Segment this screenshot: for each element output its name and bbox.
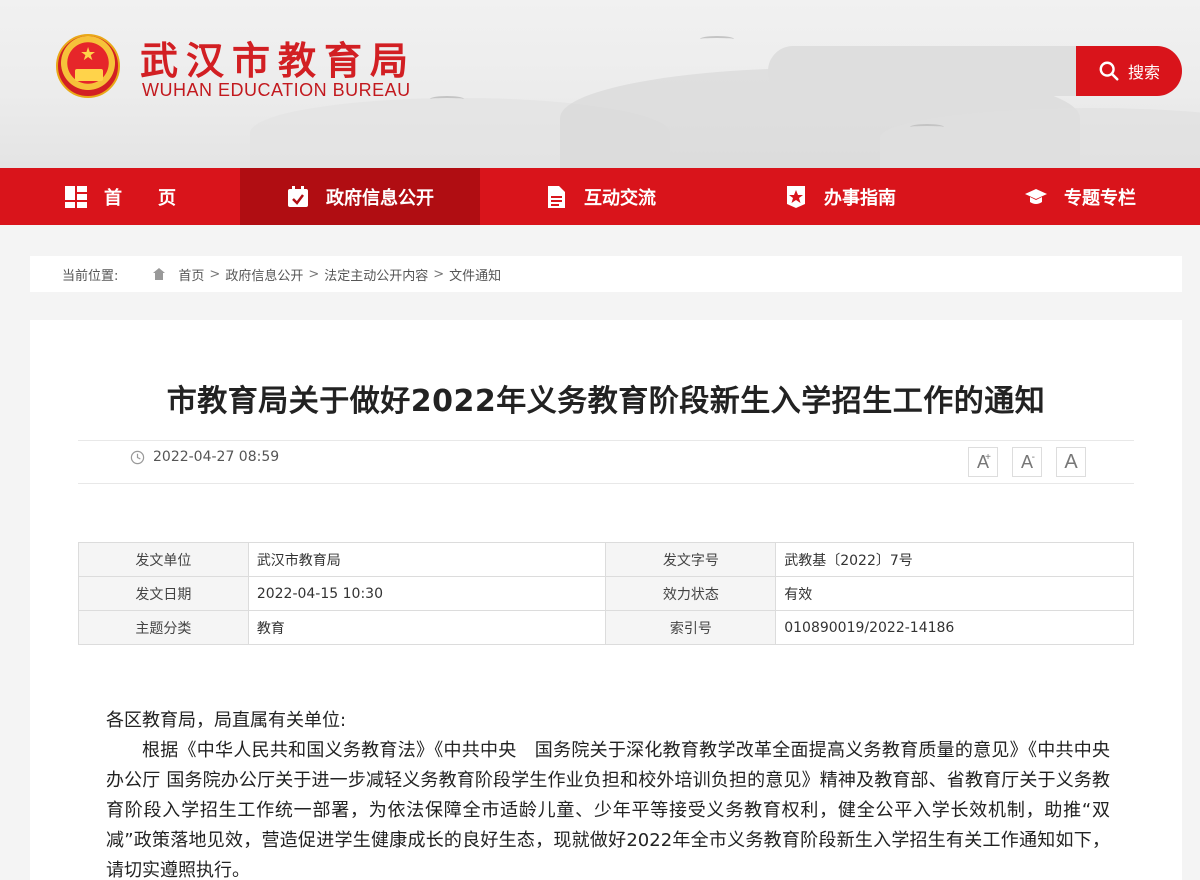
info-value: 2022-04-15 10:30 [247, 576, 607, 611]
site-subtitle: WUHAN EDUCATION BUREAU [142, 80, 411, 100]
breadcrumb-separator: > [308, 266, 320, 282]
article-body: 各区教育局，局直属有关单位: 根据《中华人民共和国义务教育法》《中共中央 国务院… [106, 706, 1110, 880]
nav-item-special-topics[interactable]: 专题专栏 [960, 168, 1200, 225]
nav-item-home[interactable]: 首 页 [0, 168, 240, 225]
search-bar: 搜索 [768, 46, 1182, 96]
nav-item-service-guide[interactable]: 办事指南 [720, 168, 960, 225]
breadcrumb-link-gov-info[interactable]: 政府信息公开 [225, 265, 303, 284]
nav-item-label: 政府信息公开 [326, 187, 434, 209]
breadcrumb-separator: > [433, 266, 445, 282]
info-key: 主题分类 [78, 610, 249, 645]
nav-item-label: 办事指南 [824, 187, 896, 209]
calendar-check-icon [288, 185, 308, 207]
home-icon [153, 268, 166, 280]
nav-item-label: 专题专栏 [1064, 187, 1136, 209]
font-decrease-button[interactable]: A- [1012, 447, 1042, 477]
article-meta-bar: 2022-04-27 08:59 A + A- A [78, 440, 1134, 484]
font-reset-label: A [1064, 450, 1078, 473]
breadcrumb-link-notices[interactable]: 文件通知 [449, 265, 501, 284]
search-button-label: 搜索 [1127, 63, 1160, 82]
national-emblem-icon[interactable]: ★ [56, 34, 120, 98]
table-row: 发文日期 2022-04-15 10:30 效力状态 有效 [78, 576, 1134, 611]
article-title: 市教育局关于做好2022年义务教育阶段新生入学招生工作的通知 [166, 384, 1046, 419]
document-info-table: 发文单位 武汉市教育局 发文字号 武教基〔2022〕7号 发文日期 2022-0… [78, 542, 1134, 645]
font-reset-button[interactable]: A [1056, 447, 1086, 477]
site-header: ★ 武汉市教育局 WUHAN EDUCATION BUREAU 搜索 [0, 0, 1200, 168]
info-value: 武教基〔2022〕7号 [775, 542, 1134, 577]
article-card: 市教育局关于做好2022年义务教育阶段新生入学招生工作的通知 2022-04-2… [30, 320, 1182, 880]
main-nav: 首 页 政府信息公开 互动交流 办事指南 专题专栏 [0, 168, 1200, 225]
breadcrumb-link-home[interactable]: 首页 [178, 265, 204, 284]
nav-item-label: 首 页 [104, 187, 176, 209]
info-key: 发文单位 [78, 542, 249, 577]
search-button[interactable]: 搜索 [1076, 46, 1182, 96]
search-icon [1099, 61, 1119, 81]
table-row: 主题分类 教育 索引号 010890019/2022-14186 [78, 610, 1134, 645]
font-increase-button[interactable]: A + [968, 447, 998, 477]
font-size-controls: A + A- A [968, 447, 1086, 477]
info-key: 发文字号 [605, 542, 777, 577]
graduation-cap-icon [1025, 188, 1047, 204]
nav-item-label: 互动交流 [584, 187, 656, 209]
star-badge-icon [787, 185, 805, 208]
publish-date-value: 2022-04-27 08:59 [153, 449, 280, 465]
table-row: 发文单位 武汉市教育局 发文字号 武教基〔2022〕7号 [78, 542, 1134, 577]
breadcrumb-separator: > [209, 266, 221, 282]
breadcrumb: 当前位置: 首页 > 政府信息公开 > 法定主动公开内容 > 文件通知 [30, 256, 1182, 292]
nav-item-interaction[interactable]: 互动交流 [480, 168, 720, 225]
nav-item-gov-info[interactable]: 政府信息公开 [240, 168, 480, 225]
home-grid-icon [65, 185, 87, 208]
article-salutation: 各区教育局，局直属有关单位: [106, 710, 347, 731]
bird-decoration [700, 36, 734, 42]
bird-decoration [910, 124, 944, 130]
article-paragraph: 根据《中华人民共和国义务教育法》《中共中央 国务院关于深化教育教学改革全面提高义… [106, 740, 1110, 880]
info-key: 发文日期 [78, 576, 249, 611]
info-key: 索引号 [605, 610, 777, 645]
breadcrumb-label: 当前位置: [62, 268, 119, 284]
site-title[interactable]: 武汉市教育局 [140, 30, 416, 85]
clock-icon [130, 450, 145, 464]
info-value: 教育 [247, 610, 607, 645]
search-input[interactable] [768, 46, 1076, 96]
info-key: 效力状态 [605, 576, 777, 611]
bird-decoration [430, 96, 464, 102]
breadcrumb-link-statutory[interactable]: 法定主动公开内容 [324, 265, 428, 284]
info-value: 武汉市教育局 [247, 542, 607, 577]
info-value: 有效 [775, 576, 1134, 611]
document-icon [548, 185, 565, 208]
info-value: 010890019/2022-14186 [775, 610, 1134, 645]
publish-date: 2022-04-27 08:59 [130, 449, 279, 465]
